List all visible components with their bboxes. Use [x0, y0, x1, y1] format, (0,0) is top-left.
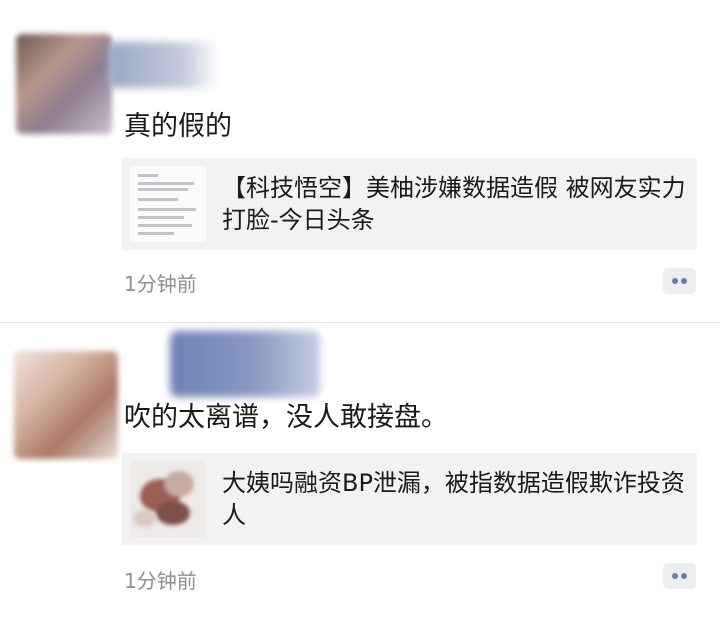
link-thumbnail — [130, 461, 206, 537]
link-title: 大姨吗融资BP泄漏，被指数据造假欺诈投资人 — [222, 469, 685, 529]
shared-link-card[interactable]: 大姨吗融资BP泄漏，被指数据造假欺诈投资人 — [122, 453, 697, 545]
shared-link-card[interactable]: 【科技悟空】美柚涉嫌数据造假 被网友实力打脸-今日头条 — [122, 158, 697, 250]
link-title: 【科技悟空】美柚涉嫌数据造假 被网友实力打脸-今日头条 — [222, 174, 686, 234]
comment-more-button[interactable] — [663, 268, 696, 294]
moment-post: 吹的太离谱，没人敢接盘。 大姨吗融资BP泄漏，被指数据造假欺诈投资人 1分钟前 — [0, 323, 720, 632]
post-timestamp: 1分钟前 — [124, 272, 197, 296]
moments-feed: 真的假的 【科技悟空】美柚涉嫌数据造假 被网友实力打脸-今日头条 1分钟前 吹的 — [0, 0, 720, 632]
comment-more-icon — [672, 573, 678, 579]
avatar[interactable] — [14, 351, 118, 459]
moment-post: 真的假的 【科技悟空】美柚涉嫌数据造假 被网友实力打脸-今日头条 1分钟前 — [0, 0, 720, 322]
post-timestamp: 1分钟前 — [124, 569, 197, 593]
user-name[interactable] — [108, 42, 218, 88]
user-name[interactable] — [170, 331, 320, 397]
post-text: 吹的太离谱，没人敢接盘。 — [124, 402, 448, 433]
comment-more-button[interactable] — [663, 563, 696, 589]
comment-more-icon — [672, 278, 678, 284]
link-thumbnail — [130, 166, 206, 242]
post-text: 真的假的 — [124, 111, 232, 142]
avatar[interactable] — [16, 34, 112, 134]
